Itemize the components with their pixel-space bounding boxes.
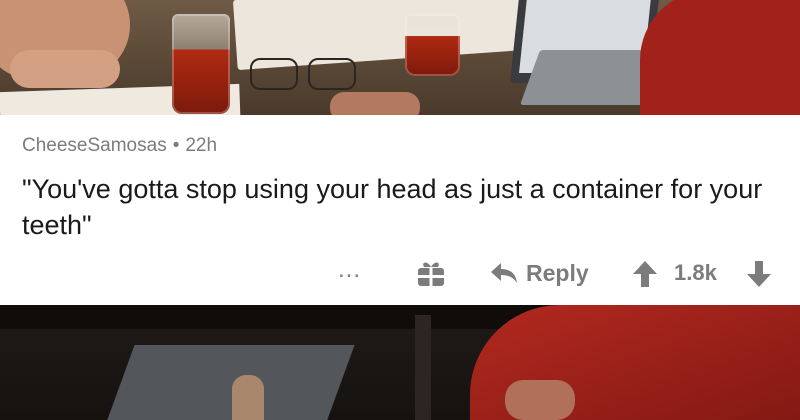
photo-eyeglasses — [250, 58, 360, 90]
meta-separator: • — [172, 135, 180, 156]
vote-score: 1.8k — [674, 260, 717, 285]
photo-hand — [10, 50, 120, 88]
comment-username[interactable]: CheeseSamosas — [22, 135, 167, 156]
comment-card: CheeseSamosas • 22h "You've gotta stop usi… — [0, 115, 800, 305]
photo-chair — [415, 315, 431, 420]
reply-button[interactable]: Reply — [490, 256, 589, 290]
photo-floor — [105, 345, 355, 420]
reply-arrow-icon — [491, 263, 517, 283]
background-photo-top — [0, 0, 800, 115]
gift-icon[interactable] — [416, 258, 446, 288]
photo-drink-glass — [405, 14, 460, 76]
ellipsis-icon[interactable]: ... — [338, 258, 361, 282]
photo-red-sleeve — [640, 0, 800, 115]
downvote-arrow-icon[interactable] — [746, 260, 772, 288]
comment-body: "You've gotta stop using your head as ju… — [22, 174, 763, 240]
comment-age: 22h — [185, 135, 218, 156]
photo-table-edge — [0, 305, 560, 329]
photo-drink-glass — [172, 14, 230, 114]
comment-actions-bar: ... Reply 1.8k — [0, 254, 800, 294]
background-photo-bottom — [0, 305, 800, 420]
photo-hand — [505, 380, 575, 420]
comment-meta: CheeseSamosas • 22h — [22, 135, 217, 157]
reply-label: Reply — [526, 259, 589, 286]
photo-leg — [232, 375, 264, 420]
photo-hand — [330, 92, 420, 115]
upvote-arrow-icon[interactable] — [632, 260, 658, 288]
